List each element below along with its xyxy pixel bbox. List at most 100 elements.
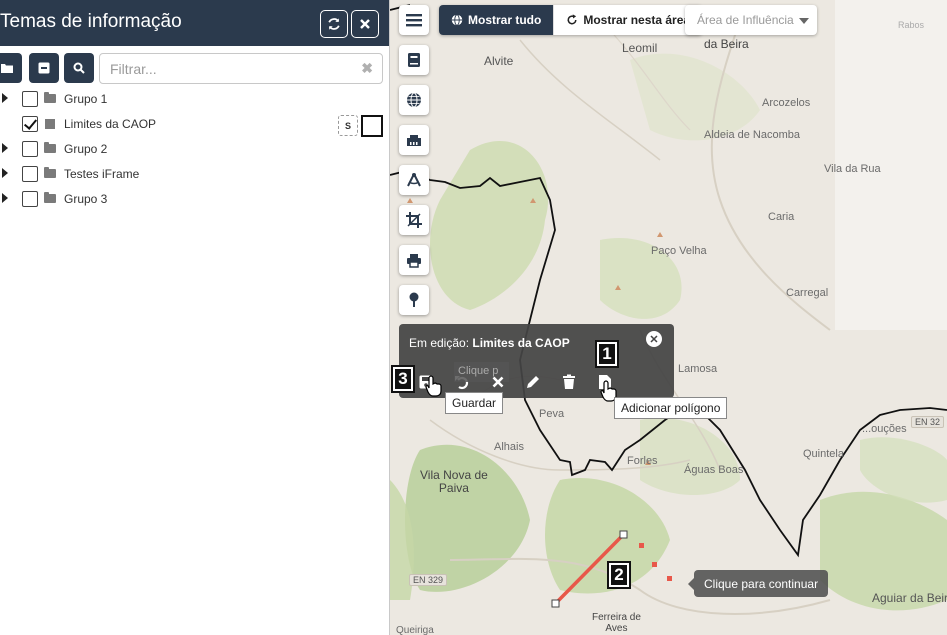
expand-arrow-icon[interactable] [2, 143, 8, 153]
map-label-alvite: Alvite [484, 54, 514, 68]
pencil-icon [527, 376, 539, 388]
hamburger-icon [406, 14, 422, 27]
area-select-value: Área de Influência [697, 13, 794, 27]
show-area-button[interactable]: Mostrar nesta área [553, 5, 703, 35]
tree-item-label: Grupo 3 [64, 192, 108, 206]
map-road-en32: EN 32 [911, 416, 945, 428]
refresh-icon [328, 18, 340, 30]
expand-arrow-icon[interactable] [2, 93, 8, 103]
map-label-queiriga: Queiriga [396, 625, 434, 635]
delete-button[interactable] [559, 372, 579, 392]
continue-tooltip-text: Clique para continuar [704, 576, 819, 591]
area-select[interactable]: Área de Influência [685, 5, 817, 35]
panel-header: Temas de informação [0, 0, 389, 46]
close-icon [492, 376, 504, 388]
map-label-leomil: Leomil [622, 41, 658, 55]
map-label-paco-velha: Paço Velha [651, 245, 707, 257]
tree-item-grupo-2[interactable]: Grupo 2 [0, 138, 390, 160]
edit-title-prefix: Em edição: [409, 336, 473, 350]
tree-item-testes-iframe[interactable]: Testes iFrame [0, 163, 390, 185]
layer-color-swatch[interactable] [361, 115, 383, 137]
layer-icon [45, 119, 55, 129]
refresh-button[interactable] [320, 10, 348, 38]
search-icon [73, 62, 85, 74]
expand-arrow-icon[interactable] [2, 168, 8, 178]
map-label-arcozelos: Arcozelos [762, 97, 811, 109]
close-icon [360, 19, 370, 29]
edit-vertices-button[interactable] [523, 372, 543, 392]
folder-icon [44, 167, 56, 178]
search-layers-button[interactable] [64, 53, 94, 83]
tree-item-limites-caop[interactable]: Limites da CAOP S [0, 113, 390, 137]
layer-checkbox[interactable] [22, 166, 38, 182]
map-label-vila-da-rua: Vila da Rua [824, 163, 881, 175]
location-pin-button[interactable] [399, 285, 429, 315]
map-label-soucoes: ...ouções [862, 423, 907, 435]
menu-button[interactable] [399, 5, 429, 35]
basemap-button[interactable] [399, 85, 429, 115]
map-label-aldeia-nacomba: Aldeia de Nacomba [704, 129, 801, 141]
map-label-alhais: Alhais [494, 441, 524, 453]
print-button[interactable] [399, 245, 429, 275]
folder-icon [44, 92, 56, 103]
tree-item-label: Testes iFrame [64, 167, 140, 181]
continue-tooltip: Clique para continuar [687, 570, 829, 597]
map-label-carregal: Carregal [786, 287, 829, 299]
layer-style-button[interactable]: S [338, 115, 358, 136]
trash-icon [563, 374, 575, 389]
panel-toolbar: ✖ [0, 53, 390, 84]
crop-icon [406, 212, 422, 228]
expand-arrow-icon[interactable] [2, 193, 8, 203]
folder-icon [1, 64, 13, 73]
layers-book-button[interactable] [399, 45, 429, 75]
folder-icon [44, 142, 56, 153]
map-label-caria: Caria [768, 211, 795, 223]
map-label-aguas-boas: Águas Boas [684, 464, 744, 476]
layers-panel: Temas de informação Filtrar... ✖ Grupo 1… [0, 0, 390, 635]
cancel-button[interactable] [488, 372, 508, 392]
layer-checkbox[interactable] [22, 116, 38, 132]
map-label-rabos: Rabos [898, 20, 925, 30]
clear-filter-icon[interactable]: ✖ [361, 60, 373, 77]
map-road-en329: EN 329 [409, 574, 448, 586]
show-all-label: Mostrar tudo [468, 13, 542, 27]
tree-item-label: Grupo 1 [64, 92, 108, 106]
close-edit-button[interactable]: ✕ [646, 331, 662, 347]
save-tooltip: Guardar [445, 392, 504, 414]
layer-checkbox[interactable] [22, 191, 38, 207]
view-toggle-group: Mostrar tudo Mostrar nesta área [439, 5, 703, 35]
map-label-lamosa: Lamosa [678, 363, 718, 375]
collapse-button[interactable] [29, 53, 59, 83]
edit-title: Em edição: Limites da CAOP [409, 336, 570, 350]
annotation-badge-1: 1 [595, 340, 619, 368]
printer-icon [407, 253, 421, 268]
hand-cursor-icon [425, 375, 442, 397]
folder-icon [44, 192, 56, 203]
expand-folders-button[interactable] [0, 53, 22, 83]
ethernet-icon [407, 135, 421, 146]
compass-drafting-icon [407, 173, 421, 187]
tree-item-grupo-3[interactable]: Grupo 3 [0, 188, 390, 210]
book-icon [408, 53, 420, 67]
refresh-icon [567, 14, 577, 25]
layer-checkbox[interactable] [22, 91, 38, 107]
map-label-forles: Forles [627, 455, 658, 467]
measure-button[interactable] [399, 165, 429, 195]
crop-button[interactable] [399, 205, 429, 235]
network-button[interactable] [399, 125, 429, 155]
close-panel-button[interactable] [351, 10, 379, 38]
map-label-aguiar-beira: Aguiar da Beira [872, 591, 947, 605]
annotation-badge-3: 3 [391, 365, 415, 393]
show-all-button[interactable]: Mostrar tudo [439, 5, 554, 35]
edit-layer-name: Limites da CAOP [472, 336, 570, 350]
filter-input[interactable] [100, 54, 340, 83]
show-area-label: Mostrar nesta área [583, 13, 691, 27]
add-polygon-tooltip: Adicionar polígono [614, 397, 728, 419]
tree-item-grupo-1[interactable]: Grupo 1 [0, 88, 390, 110]
layer-checkbox[interactable] [22, 141, 38, 157]
chevron-down-icon [799, 18, 809, 24]
filter-field[interactable]: ✖ [99, 53, 383, 84]
tree-item-label: Grupo 2 [64, 142, 108, 156]
minus-square-icon [38, 62, 50, 74]
map-pin-icon [409, 292, 419, 307]
